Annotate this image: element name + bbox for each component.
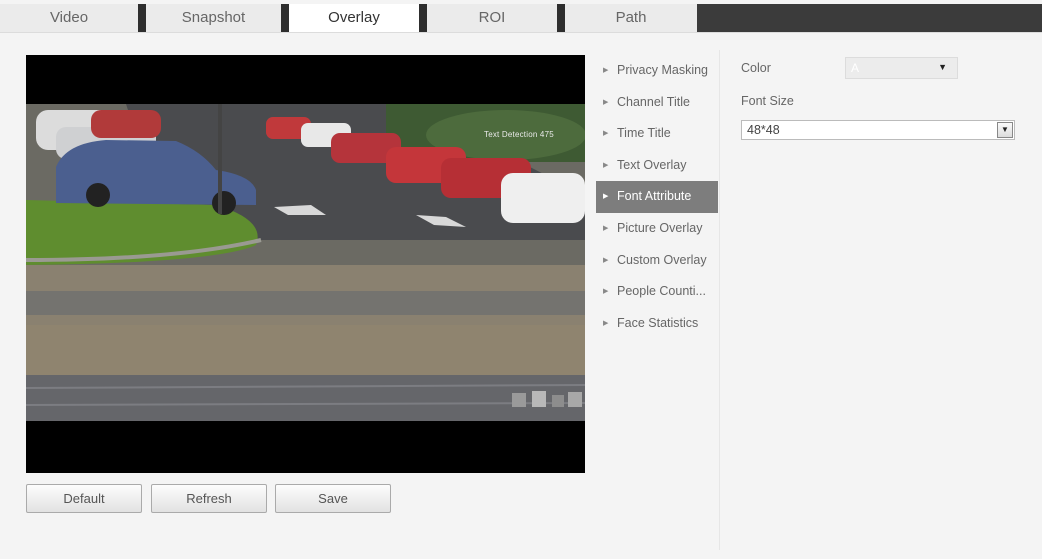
arrow-right-icon: ▶ xyxy=(603,67,609,74)
color-label: Color xyxy=(741,61,771,75)
menu-item-label: Privacy Masking xyxy=(617,63,708,77)
menu-item-label: Font Attribute xyxy=(617,189,692,204)
tab-snapshot[interactable]: Snapshot xyxy=(138,4,281,32)
menu-item-people-counting[interactable]: ▶ People Counti... xyxy=(596,276,718,308)
font-size-select[interactable]: 48*48 ▼ xyxy=(741,120,1015,140)
arrow-right-icon: ▶ xyxy=(603,130,609,138)
menu-item-custom-overlay[interactable]: ▶ Custom Overlay xyxy=(596,245,718,277)
font-size-label: Font Size xyxy=(741,94,794,108)
dropdown-arrow-icon[interactable]: ▼ xyxy=(997,122,1013,138)
menu-item-privacy-masking[interactable]: ▶ Privacy Masking xyxy=(596,55,718,87)
menu-item-font-attribute[interactable]: ▶ Font Attribute xyxy=(596,181,718,213)
menu-item-label: Text Overlay xyxy=(617,157,687,172)
refresh-button[interactable]: Refresh xyxy=(151,484,267,513)
menu-item-picture-overlay[interactable]: ▶ Picture Overlay xyxy=(596,213,718,245)
tab-bar: Video Snapshot Overlay ROI Path xyxy=(0,0,1042,36)
menu-divider xyxy=(719,50,720,550)
color-dropdown[interactable]: A ▼ xyxy=(845,57,958,79)
save-button[interactable]: Save xyxy=(275,484,391,513)
menu-item-label: Face Statistics xyxy=(617,315,699,330)
tab-video[interactable]: Video xyxy=(0,4,138,32)
arrow-right-icon: ▶ xyxy=(603,161,609,169)
paving-stones xyxy=(26,375,585,421)
menu-item-label: People Counti... xyxy=(617,284,706,299)
color-value: A xyxy=(851,61,860,75)
menu-item-label: Channel Title xyxy=(617,94,690,109)
font-size-value: 48*48 xyxy=(747,123,780,137)
tab-path[interactable]: Path xyxy=(557,4,697,32)
tab-bar-divider xyxy=(0,32,1042,33)
arrow-right-icon: ▶ xyxy=(603,288,609,296)
default-button[interactable]: Default xyxy=(26,484,142,513)
light-pole xyxy=(218,104,222,214)
arrow-right-icon: ▶ xyxy=(603,224,609,232)
video-preview[interactable]: Text Detection 475 xyxy=(26,55,585,473)
video-osd-text: Text Detection 475 xyxy=(484,130,554,139)
overlay-menu: ▶ Privacy Masking ▶ Channel Title ▶ Time… xyxy=(596,55,718,339)
video-frame-image xyxy=(26,104,585,421)
tab-roi[interactable]: ROI xyxy=(419,4,557,32)
tab-bar-filler xyxy=(697,4,1042,32)
menu-item-face-statistics[interactable]: ▶ Face Statistics xyxy=(596,308,718,340)
menu-item-time-title[interactable]: ▶ Time Title xyxy=(596,118,718,150)
caret-down-icon: ▼ xyxy=(938,62,947,72)
menu-item-label: Custom Overlay xyxy=(617,252,707,267)
arrow-right-icon: ▶ xyxy=(603,193,609,201)
arrow-right-icon: ▶ xyxy=(603,319,609,327)
menu-item-channel-title[interactable]: ▶ Channel Title xyxy=(596,87,718,119)
arrow-right-icon: ▶ xyxy=(603,98,609,106)
tab-overlay[interactable]: Overlay xyxy=(281,4,419,32)
arrow-right-icon: ▶ xyxy=(603,256,609,264)
menu-item-label: Time Title xyxy=(617,126,671,141)
menu-item-text-overlay[interactable]: ▶ Text Overlay xyxy=(596,150,718,182)
menu-item-label: Picture Overlay xyxy=(617,220,703,235)
